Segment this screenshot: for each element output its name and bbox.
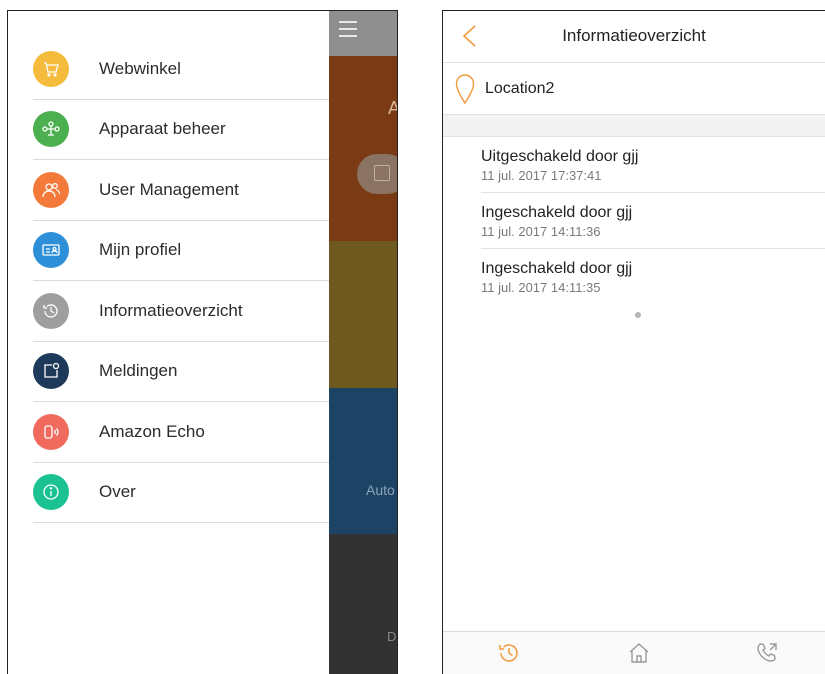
menu-item-over[interactable]: Over (33, 463, 329, 523)
menu-item-apparaat-beheer[interactable]: Apparaat beheer (33, 100, 329, 160)
info-icon (33, 474, 69, 511)
background-tile-2[interactable] (329, 241, 397, 388)
menu-item-label: Amazon Echo (99, 421, 205, 441)
device-tree-icon (33, 111, 69, 148)
event-time: 11 jul. 2017 14:11:36 (481, 224, 601, 239)
left-phone-screen: A Auto D Webwinkel Apparaat beheer (7, 10, 398, 674)
location-label: Location2 (485, 79, 555, 97)
menu-item-meldingen[interactable]: Meldingen (33, 342, 329, 402)
drawer-menu: Webwinkel Apparaat beheer User Managemen… (33, 39, 329, 523)
list-item[interactable]: Ingeschakeld door gjj 11 jul. 2017 14:11… (481, 249, 825, 305)
background-app-header (329, 11, 397, 56)
menu-item-mijn-profiel[interactable]: Mijn profiel (33, 221, 329, 281)
id-card-icon (33, 232, 69, 269)
background-tile-3[interactable]: Auto (329, 388, 397, 534)
menu-item-label: Over (99, 482, 136, 502)
section-divider (443, 115, 825, 137)
event-time: 11 jul. 2017 14:11:35 (481, 280, 601, 295)
background-tile-3-text: Auto (366, 482, 395, 498)
history-icon (33, 292, 69, 329)
list-item[interactable]: Uitgeschakeld door gjj 11 jul. 2017 17:3… (481, 137, 825, 193)
bottom-tab-bar (443, 631, 825, 674)
notification-icon (33, 353, 69, 390)
menu-item-label: User Management (99, 179, 239, 199)
event-title: Ingeschakeld door gjj (481, 260, 633, 277)
home-icon[interactable] (626, 640, 652, 666)
menu-item-label: Mijn profiel (99, 240, 182, 260)
navigation-drawer: Webwinkel Apparaat beheer User Managemen… (8, 11, 329, 674)
menu-item-informatieoverzicht[interactable]: Informatieoverzicht (33, 281, 329, 342)
event-title: Uitgeschakeld door gjj (481, 148, 639, 165)
location-selector[interactable]: Location2 (443, 63, 825, 115)
menu-item-label: Informatieoverzicht (99, 300, 243, 320)
loading-indicator (635, 312, 641, 318)
location-pin-icon (455, 73, 475, 105)
hamburger-menu-icon[interactable] (339, 21, 357, 37)
menu-item-label: Meldingen (99, 361, 178, 381)
menu-item-amazon-echo[interactable]: Amazon Echo (33, 402, 329, 463)
users-icon (33, 171, 69, 208)
event-list: Uitgeschakeld door gjj 11 jul. 2017 17:3… (443, 137, 825, 305)
cart-icon (33, 50, 69, 87)
menu-item-user-management[interactable]: User Management (33, 160, 329, 221)
history-icon[interactable] (496, 640, 522, 666)
menu-item-label: Webwinkel (99, 58, 181, 78)
lock-icon (374, 165, 390, 181)
background-lock-pill[interactable] (357, 154, 397, 194)
background-tile-1-letter: A (388, 98, 397, 119)
call-icon[interactable] (754, 640, 780, 666)
menu-item-label: Apparaat beheer (99, 119, 226, 139)
background-tile-4[interactable]: D (329, 534, 397, 674)
page-title: Informatieoverzicht (562, 26, 706, 45)
background-tile-1[interactable]: A (329, 56, 397, 241)
background-app-content: A Auto D (329, 11, 397, 674)
top-bar: Informatieoverzicht (443, 11, 825, 63)
right-phone-screen: Informatieoverzicht Location2 Uitgeschak… (442, 10, 825, 674)
echo-speaker-icon (33, 413, 69, 450)
background-tile-4-text: D (387, 629, 397, 644)
event-title: Ingeschakeld door gjj (481, 204, 633, 221)
list-item[interactable]: Ingeschakeld door gjj 11 jul. 2017 14:11… (481, 193, 825, 249)
menu-item-webwinkel[interactable]: Webwinkel (33, 39, 329, 100)
event-time: 11 jul. 2017 17:37:41 (481, 168, 602, 183)
